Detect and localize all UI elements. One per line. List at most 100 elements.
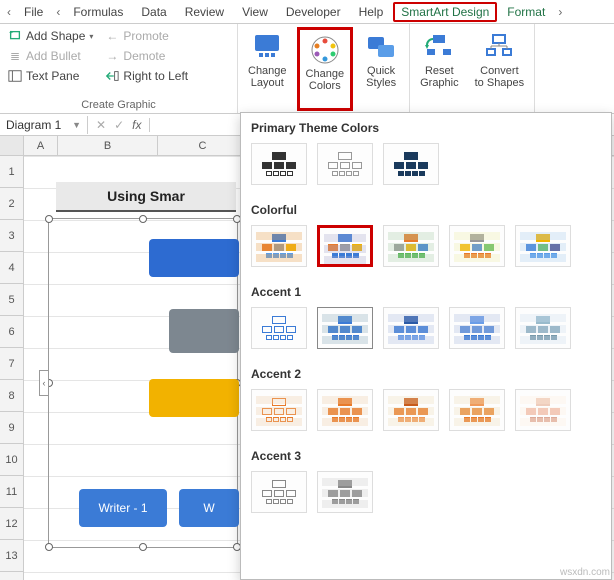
color-option-accent2-1[interactable] [251, 389, 307, 431]
row-header[interactable]: 11 [0, 476, 24, 508]
change-colors-label: Change Colors [306, 68, 345, 92]
tab-formulas[interactable]: Formulas [65, 2, 131, 22]
color-option-accent1-5[interactable] [515, 307, 571, 349]
chevron-down-icon: ▾ [89, 32, 93, 41]
color-option-accent3-2[interactable] [317, 471, 373, 513]
select-all-corner[interactable] [0, 136, 24, 155]
color-option-colorful-3[interactable] [383, 225, 439, 267]
row-header[interactable]: 7 [0, 348, 24, 380]
color-option-accent3-1[interactable] [251, 471, 307, 513]
promote-button: ← Promote [101, 27, 192, 45]
row-header[interactable]: 12 [0, 508, 24, 540]
convert-to-shapes-icon [483, 31, 515, 63]
color-option-accent2-5[interactable] [515, 389, 571, 431]
add-bullet-label: Add Bullet [26, 49, 81, 63]
color-option-accent1-2[interactable] [317, 307, 373, 349]
color-option-accent1-1[interactable] [251, 307, 307, 349]
fx-icon[interactable]: fx [132, 118, 141, 132]
col-header-b[interactable]: B [58, 136, 158, 155]
color-option-accent2-2[interactable] [317, 389, 373, 431]
col-header-c[interactable]: C [158, 136, 248, 155]
smartart-node-writer2[interactable]: W [179, 489, 239, 527]
quick-styles-button[interactable]: Quick Styles [357, 27, 405, 111]
color-option-colorful-5[interactable] [515, 225, 571, 267]
smartart-object[interactable]: ‹ Writer - 1 W [48, 218, 238, 548]
resize-handle[interactable] [139, 215, 147, 223]
row-header[interactable]: 8 [0, 380, 24, 412]
color-option-colorful-1[interactable] [251, 225, 307, 267]
reset-graphic-button[interactable]: Reset Graphic [414, 27, 465, 111]
tab-view[interactable]: View [234, 2, 276, 22]
section-accent2: Accent 2 [241, 359, 611, 385]
col-header-a[interactable]: A [24, 136, 58, 155]
demote-button: → Demote [101, 47, 192, 65]
smartart-node-writer1[interactable]: Writer - 1 [79, 489, 167, 527]
tab-data[interactable]: Data [133, 2, 174, 22]
row-header[interactable]: 5 [0, 284, 24, 316]
add-shape-label: Add Shape [26, 29, 85, 43]
row-header[interactable]: 13 [0, 540, 24, 572]
right-to-left-label: Right to Left [123, 69, 188, 83]
add-shape-button[interactable]: + Add Shape ▾ [4, 27, 97, 45]
text-pane-button[interactable]: Text Pane [4, 67, 97, 85]
color-option-accent1-3[interactable] [383, 307, 439, 349]
promote-label: Promote [123, 29, 168, 43]
color-option-colorful-4[interactable] [449, 225, 505, 267]
demote-label: Demote [123, 49, 165, 63]
color-option-accent1-4[interactable] [449, 307, 505, 349]
right-to-left-button[interactable]: Right to Left [101, 67, 192, 85]
row-header[interactable]: 10 [0, 444, 24, 476]
right-to-left-icon [105, 69, 119, 83]
resize-handle[interactable] [45, 215, 53, 223]
resize-handle[interactable] [45, 543, 53, 551]
row-header[interactable]: 14 [0, 572, 24, 580]
convert-to-shapes-button[interactable]: Convert to Shapes [469, 27, 531, 111]
name-box[interactable]: Diagram 1 ▼ [0, 116, 88, 134]
text-pane-icon [8, 69, 22, 83]
tabs-scroll-left-2[interactable]: ‹ [53, 5, 63, 19]
tab-smartart-design[interactable]: SmartArt Design [393, 2, 497, 22]
add-shape-icon: + [8, 29, 22, 43]
color-option-accent2-4[interactable] [449, 389, 505, 431]
group-label-create-graphic: Create Graphic [4, 97, 233, 111]
quick-styles-label: Quick Styles [366, 65, 396, 89]
row-header[interactable]: 9 [0, 412, 24, 444]
smartart-node[interactable] [149, 239, 239, 277]
formula-buttons: ✕ ✓ fx [88, 118, 150, 132]
color-option-primary-2[interactable] [317, 143, 373, 185]
cancel-icon: ✕ [96, 118, 106, 132]
change-colors-button[interactable]: Change Colors [297, 27, 354, 111]
add-bullet-icon: ≣ [8, 49, 22, 63]
section-accent1: Accent 1 [241, 277, 611, 303]
row-header[interactable]: 3 [0, 220, 24, 252]
row-header[interactable]: 6 [0, 316, 24, 348]
change-layout-icon [251, 31, 283, 63]
row-header[interactable]: 1 [0, 156, 24, 188]
tab-review[interactable]: Review [177, 2, 232, 22]
color-option-primary-3[interactable] [383, 143, 439, 185]
color-option-colorful-2[interactable] [317, 225, 373, 267]
name-box-value: Diagram 1 [6, 118, 61, 132]
sheet-title-cell: Using Smar [56, 182, 236, 212]
resize-handle[interactable] [139, 543, 147, 551]
tabs-scroll-left[interactable]: ‹ [4, 5, 14, 19]
color-option-accent2-3[interactable] [383, 389, 439, 431]
row-header[interactable]: 2 [0, 188, 24, 220]
tab-developer[interactable]: Developer [278, 2, 349, 22]
text-pane-expander[interactable]: ‹ [39, 370, 49, 396]
change-layout-button[interactable]: Change Layout [242, 27, 293, 111]
check-icon: ✓ [114, 118, 124, 132]
smartart-node[interactable] [149, 379, 239, 417]
tabs-scroll-right[interactable]: › [555, 5, 565, 19]
color-option-primary-1[interactable] [251, 143, 307, 185]
chevron-down-icon[interactable]: ▼ [72, 120, 81, 130]
tab-format[interactable]: Format [499, 2, 553, 22]
smartart-node[interactable] [169, 309, 239, 353]
tab-help[interactable]: Help [351, 2, 392, 22]
row-header[interactable]: 4 [0, 252, 24, 284]
ribbon: + Add Shape ▾ ≣ Add Bullet Text Pane [0, 24, 614, 114]
text-pane-label: Text Pane [26, 69, 79, 83]
group-create-graphic: + Add Shape ▾ ≣ Add Bullet Text Pane [0, 24, 238, 113]
tab-file[interactable]: File [16, 2, 51, 22]
convert-to-shapes-label: Convert to Shapes [475, 65, 525, 89]
